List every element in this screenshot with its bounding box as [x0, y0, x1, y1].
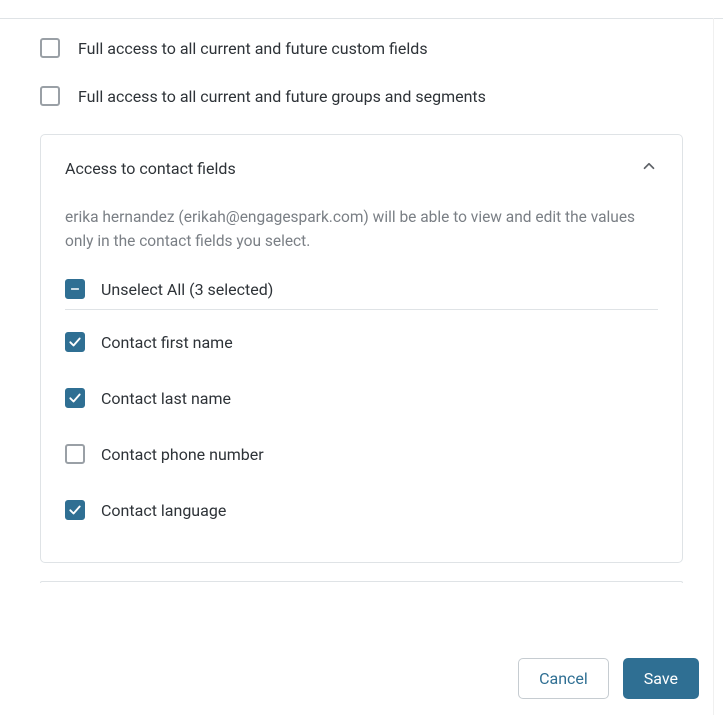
cancel-button[interactable]: Cancel: [518, 658, 609, 699]
dialog-footer: Cancel Save: [518, 658, 699, 699]
checkbox-field[interactable]: [65, 500, 85, 520]
option-full-access-custom-fields: Full access to all current and future cu…: [40, 38, 683, 58]
field-label: Contact last name: [101, 389, 231, 408]
field-label: Contact first name: [101, 333, 233, 352]
panel-description: erika hernandez (erikah@engagespark.com)…: [65, 205, 658, 253]
checkbox-full-access-custom-fields[interactable]: [40, 38, 60, 58]
checkbox-full-access-groups-segments[interactable]: [40, 86, 60, 106]
panel-title: Access to contact fields: [65, 159, 236, 178]
panel-header[interactable]: Access to contact fields: [41, 135, 682, 201]
option-label: Full access to all current and future cu…: [78, 39, 428, 58]
unselect-all-row: Unselect All (3 selected): [65, 279, 658, 299]
checkbox-field[interactable]: [65, 444, 85, 464]
checkbox-unselect-all[interactable]: [65, 279, 85, 299]
panel-access-contact-fields: Access to contact fields erika hernandez…: [40, 134, 683, 563]
permissions-form: Full access to all current and future cu…: [0, 0, 723, 583]
checkbox-field[interactable]: [65, 388, 85, 408]
next-panel-peek: [40, 581, 683, 583]
field-row: Contact first name: [65, 314, 658, 370]
field-row: Contact language: [65, 482, 658, 538]
chevron-up-icon: [640, 157, 658, 179]
option-label: Full access to all current and future gr…: [78, 87, 486, 106]
unselect-all-label: Unselect All (3 selected): [101, 280, 273, 299]
divider: [65, 309, 658, 310]
panel-body: erika hernandez (erikah@engagespark.com)…: [41, 201, 682, 562]
field-row: Contact phone number: [65, 426, 658, 482]
field-label: Contact phone number: [101, 445, 264, 464]
field-label: Contact language: [101, 501, 226, 520]
option-full-access-groups-segments: Full access to all current and future gr…: [40, 86, 683, 106]
save-button[interactable]: Save: [623, 658, 699, 699]
field-row: Contact last name: [65, 370, 658, 426]
checkbox-field[interactable]: [65, 332, 85, 352]
